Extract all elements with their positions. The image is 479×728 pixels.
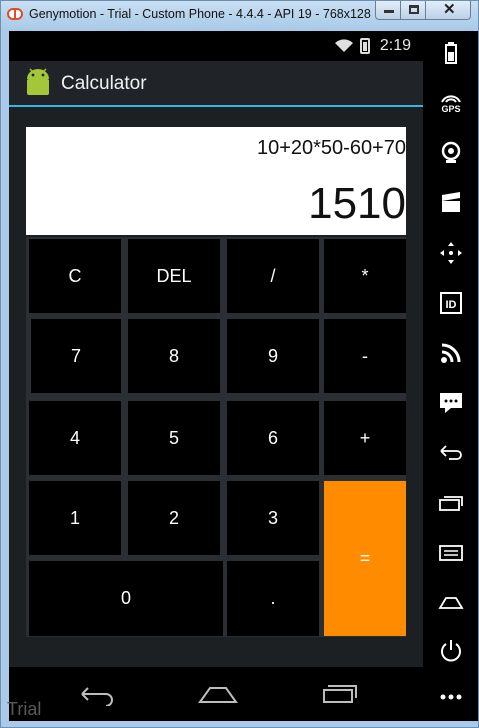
genymotion-icon — [7, 8, 23, 20]
recent-apps-icon — [439, 496, 463, 511]
android-icon — [27, 68, 49, 95]
side-back-button[interactable] — [431, 433, 471, 473]
webcam-icon — [441, 141, 461, 163]
back-arrow-icon — [440, 445, 462, 460]
more-dots-icon — [440, 694, 462, 700]
recents-nav-button[interactable] — [315, 679, 365, 709]
gps-widget-button[interactable]: GPS — [431, 83, 471, 123]
window-titlebar[interactable]: Genymotion - Trial - Custom Phone - 4.4.… — [1, 1, 478, 29]
delete-button[interactable]: DEL — [128, 239, 220, 313]
home-icon — [198, 687, 238, 703]
more-options-button[interactable] — [431, 677, 471, 717]
genymotion-sidebar: GPS ID — [423, 31, 478, 721]
digit-3-button[interactable]: 3 — [227, 481, 319, 555]
multiply-button[interactable]: * — [324, 239, 406, 313]
clear-button[interactable]: C — [29, 239, 121, 313]
wifi-icon — [334, 39, 353, 52]
id-icon: ID — [440, 292, 462, 314]
rss-icon — [441, 343, 461, 363]
genymotion-window: Genymotion - Trial - Custom Phone - 4.4.… — [0, 0, 479, 728]
digit-8-button[interactable]: 8 — [128, 319, 220, 393]
minimize-button[interactable] — [375, 1, 401, 20]
digit-0-button[interactable]: 0 — [29, 561, 223, 636]
window-title: Genymotion - Trial - Custom Phone - 4.4.… — [29, 7, 371, 21]
minimize-icon — [384, 10, 394, 13]
gps-icon — [441, 95, 461, 103]
app-title: Calculator — [61, 73, 147, 94]
equals-button[interactable]: = — [324, 481, 406, 636]
trial-watermark: Trial — [7, 699, 42, 719]
screencast-widget-button[interactable] — [431, 183, 471, 223]
home-nav-button[interactable] — [193, 679, 243, 709]
id-label: ID — [446, 299, 457, 311]
gps-label: GPS — [441, 104, 461, 114]
action-bar: Calculator — [9, 61, 423, 107]
sms-widget-button[interactable] — [431, 383, 471, 423]
battery-widget-button[interactable] — [431, 33, 471, 73]
digit-4-button[interactable]: 4 — [29, 401, 121, 475]
move-arrows-icon — [440, 242, 462, 264]
network-widget-button[interactable] — [431, 333, 471, 373]
menu-icon — [439, 545, 463, 561]
decimal-button[interactable]: . — [227, 561, 319, 636]
minus-button[interactable]: - — [324, 319, 406, 393]
battery-widget-icon — [445, 42, 457, 64]
digit-5-button[interactable]: 5 — [128, 401, 220, 475]
back-icon — [81, 687, 113, 706]
close-button[interactable]: ✕ — [425, 1, 471, 20]
remote-control-widget-button[interactable] — [431, 233, 471, 273]
side-home-button[interactable] — [431, 583, 471, 623]
digit-9-button[interactable]: 9 — [227, 319, 319, 393]
maximize-icon — [409, 5, 419, 14]
side-recents-button[interactable] — [431, 483, 471, 523]
calculator-display: 10+20*50-60+70 1510 — [26, 127, 406, 235]
message-icon — [440, 393, 462, 413]
digit-7-button[interactable]: 7 — [31, 319, 121, 393]
device-id-widget-button[interactable]: ID — [431, 283, 471, 323]
recents-icon — [323, 685, 357, 703]
home-outline-icon — [438, 597, 464, 609]
phone-screen: 2:19 Calculator 10+20*50-60+70 1510 C DE… — [9, 31, 423, 721]
status-bar: 2:19 — [9, 31, 423, 61]
status-clock: 2:19 — [379, 37, 411, 54]
camera-widget-button[interactable] — [431, 133, 471, 173]
divide-button[interactable]: / — [227, 239, 319, 313]
plus-button[interactable]: + — [324, 401, 406, 475]
clapperboard-icon — [442, 192, 460, 212]
digit-1-button[interactable]: 1 — [29, 481, 121, 555]
side-menu-button[interactable] — [431, 533, 471, 573]
back-nav-button[interactable] — [71, 679, 121, 709]
result-text: 1510 — [308, 179, 406, 228]
power-icon — [441, 640, 461, 662]
battery-icon — [359, 38, 370, 54]
expression-text: 10+20*50-60+70 — [256, 137, 406, 159]
close-icon: ✕ — [443, 1, 456, 18]
digit-6-button[interactable]: 6 — [227, 401, 319, 475]
power-button[interactable] — [431, 631, 471, 671]
maximize-button[interactable] — [400, 1, 426, 20]
keypad: C DEL / * 7 8 9 - 4 5 6 + 1 2 3 = 0 . — [26, 237, 406, 637]
digit-2-button[interactable]: 2 — [128, 481, 220, 555]
